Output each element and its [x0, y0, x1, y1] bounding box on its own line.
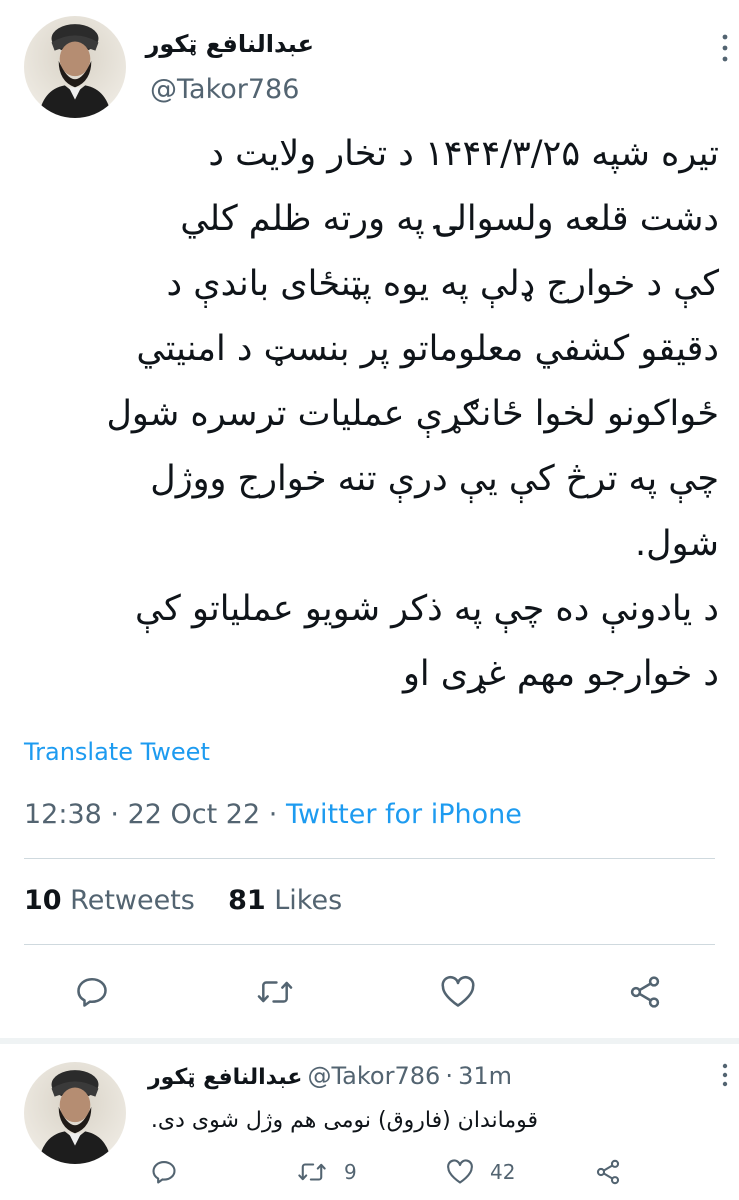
- reply-text: قوماندان (فاروق) نومی هم وژل شوی دی.: [150, 1108, 538, 1133]
- retweets-count: 10: [24, 885, 62, 916]
- author-name[interactable]: عبدالنافع ټکور: [146, 30, 314, 58]
- retweets-label: Retweets: [70, 885, 195, 916]
- likes-count: 81: [228, 885, 266, 916]
- share-icon[interactable]: [627, 974, 663, 1010]
- reply-author-name[interactable]: عبدالنافع ټکور: [148, 1065, 302, 1090]
- reply-retweet-count: 9: [344, 1160, 357, 1184]
- reply-age[interactable]: 31m: [458, 1062, 512, 1090]
- likes-stat[interactable]: 81 Likes: [228, 885, 342, 916]
- reply-icon[interactable]: [74, 974, 110, 1010]
- meta-separator: ·: [445, 1062, 453, 1090]
- author-handle[interactable]: @Takor786: [150, 74, 299, 105]
- heart-icon[interactable]: [440, 975, 476, 1009]
- author-avatar[interactable]: [24, 16, 126, 118]
- tweet-stats: 10 Retweets 81 Likes: [24, 885, 342, 916]
- reply-author-avatar[interactable]: [24, 1062, 126, 1164]
- likes-label: Likes: [274, 885, 343, 916]
- meta-separator: ·: [268, 799, 278, 830]
- tweet-meta: 12:38 · 22 Oct 22 · Twitter for iPhone: [24, 799, 522, 830]
- more-vertical-icon[interactable]: [722, 1063, 728, 1087]
- translate-tweet-link[interactable]: Translate Tweet: [24, 738, 210, 766]
- retweet-icon[interactable]: [256, 974, 294, 1010]
- meta-separator: ·: [110, 799, 119, 830]
- retweet-icon[interactable]: [297, 1158, 327, 1186]
- tweet-text: تیره شپه ۱۴۴۴/۳/۲۵ د تخار ولایت د دشت قل…: [106, 134, 719, 694]
- more-vertical-icon[interactable]: [722, 34, 728, 62]
- reply-like-count: 42: [490, 1160, 516, 1184]
- reply-author-handle[interactable]: @Takor786: [307, 1062, 440, 1090]
- retweets-stat[interactable]: 10 Retweets: [24, 885, 195, 916]
- tweet-date[interactable]: 22 Oct 22: [128, 799, 261, 830]
- divider: [0, 1038, 739, 1044]
- divider: [24, 944, 715, 945]
- reply-icon[interactable]: [150, 1158, 178, 1186]
- share-icon[interactable]: [594, 1158, 622, 1186]
- reply-header: عبدالنافع ټکور @Takor786 · 31m: [148, 1062, 512, 1090]
- tweet-time[interactable]: 12:38: [24, 799, 102, 830]
- divider: [24, 858, 715, 859]
- heart-icon[interactable]: [446, 1159, 474, 1185]
- tweet-source-link[interactable]: Twitter for iPhone: [286, 799, 522, 830]
